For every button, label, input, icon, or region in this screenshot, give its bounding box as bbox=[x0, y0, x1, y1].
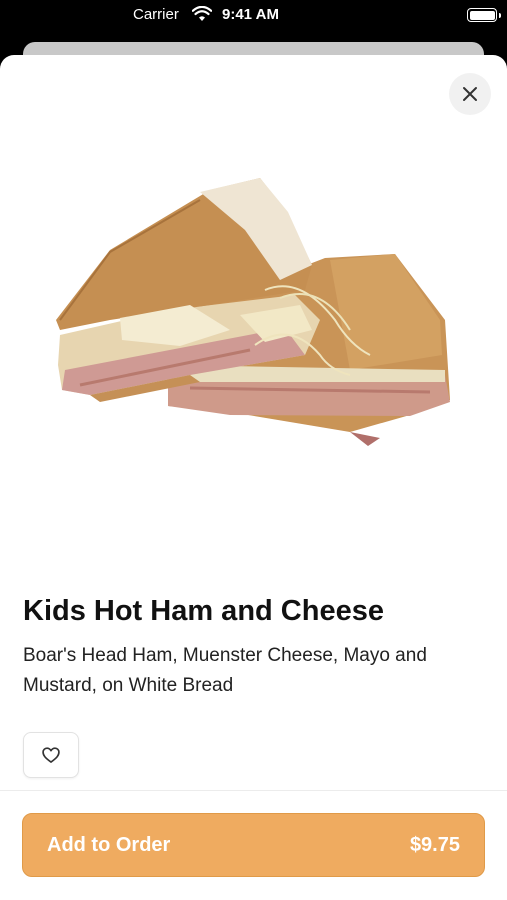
clock: 9:41 AM bbox=[222, 6, 279, 23]
close-icon bbox=[463, 87, 477, 101]
status-bar: Carrier 9:41 AM bbox=[0, 0, 507, 30]
favorite-button[interactable] bbox=[23, 732, 79, 778]
sandwich-image bbox=[56, 178, 450, 446]
heart-icon bbox=[42, 747, 60, 763]
product-title: Kids Hot Ham and Cheese bbox=[23, 595, 384, 627]
close-button[interactable] bbox=[449, 73, 491, 115]
product-sheet: Kids Hot Ham and Cheese Boar's Head Ham,… bbox=[0, 55, 507, 900]
carrier-label: Carrier bbox=[133, 6, 179, 23]
add-to-order-button[interactable]: Add to Order $9.75 bbox=[22, 813, 485, 877]
add-to-order-label: Add to Order bbox=[47, 833, 171, 856]
price-label: $9.75 bbox=[409, 833, 460, 856]
divider bbox=[0, 790, 507, 791]
product-description: Boar's Head Ham, Muenster Cheese, Mayo a… bbox=[23, 645, 427, 696]
wifi-icon bbox=[192, 6, 212, 21]
battery-icon bbox=[467, 8, 501, 22]
